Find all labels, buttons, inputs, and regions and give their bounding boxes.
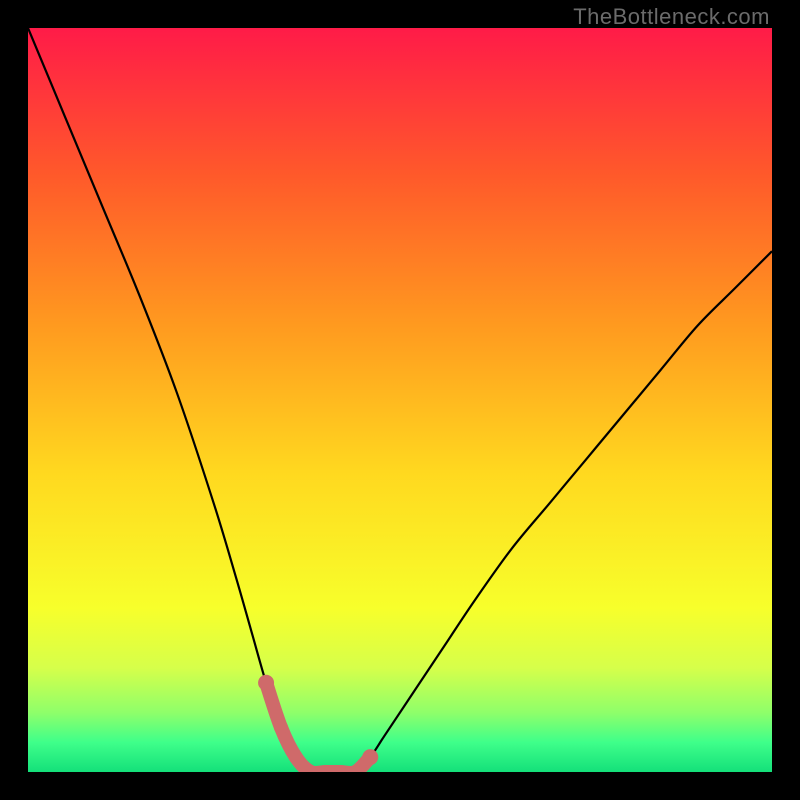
chart-svg [28,28,772,772]
valley-dot [362,749,378,765]
chart-frame: TheBottleneck.com [0,0,800,800]
plot-area [28,28,772,772]
gradient-background [28,28,772,772]
valley-dot [289,750,303,764]
valley-dot [258,675,274,691]
watermark-text: TheBottleneck.com [573,4,770,30]
valley-dot [274,720,288,734]
